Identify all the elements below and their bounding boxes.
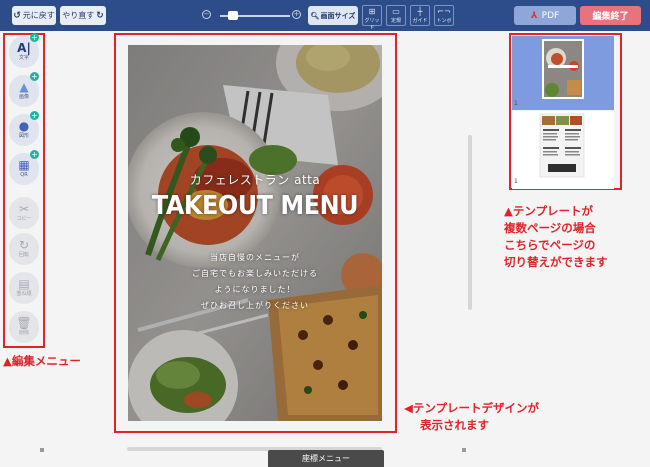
pages-annotation-line2: 複数ページの場合 bbox=[504, 221, 596, 235]
coordinate-menu-label: 座標メニュー bbox=[302, 454, 350, 463]
food-photo bbox=[128, 45, 382, 421]
magnifier-icon: 🔍︎ bbox=[310, 11, 320, 20]
ruler-toggle[interactable]: ▭ 定規 bbox=[386, 5, 406, 26]
trim-marks-label: トンボ bbox=[436, 18, 452, 24]
pages-annotation-line4: 切り替えができます bbox=[504, 255, 608, 269]
text-icon: A| bbox=[17, 41, 31, 55]
zoom-out-icon[interactable]: − bbox=[202, 10, 211, 19]
add-icon: + bbox=[30, 33, 39, 42]
pdf-icon: ⅄ bbox=[530, 10, 538, 21]
coordinate-menu-tab[interactable]: 座標メニュー bbox=[268, 450, 384, 467]
trim-marks-icon: ⌐¬ bbox=[437, 7, 451, 16]
edit-menu-annotation: ▲編集メニュー bbox=[3, 354, 81, 368]
order-tool-button[interactable]: ▤ 重ね順 bbox=[9, 272, 39, 304]
zoom-slider-handle[interactable] bbox=[228, 11, 238, 20]
pdf-label: PDF bbox=[541, 10, 560, 21]
fit-screen-button[interactable]: 🔍︎ 画面サイズ bbox=[308, 6, 358, 25]
zoom-in-icon[interactable]: + bbox=[292, 10, 301, 19]
shape-icon: ● bbox=[18, 119, 30, 133]
ruler-icon: ▭ bbox=[392, 7, 400, 16]
undo-button[interactable]: ↺ 元に戻す bbox=[12, 6, 56, 25]
template-design-annotation-line2: 表示されます bbox=[420, 418, 489, 432]
vertical-scrollbar[interactable] bbox=[468, 135, 472, 310]
description-line: ご自宅でもお楽しみいただける bbox=[192, 269, 318, 278]
grid-toggle[interactable]: ⊞ グリッド bbox=[362, 5, 382, 31]
add-icon: + bbox=[30, 72, 39, 81]
finish-editing-label: 編集終了 bbox=[592, 12, 629, 22]
grid-label: グリッド bbox=[364, 18, 380, 31]
image-tool-button[interactable]: ▲ 画像 + bbox=[9, 72, 39, 107]
page-thumbnail-2[interactable]: 1 bbox=[512, 111, 614, 189]
text-tool-label: 文字 bbox=[18, 55, 29, 61]
page-number: 1 bbox=[514, 178, 518, 185]
guide-label: ガイド bbox=[412, 18, 428, 24]
canvas-corner-marker bbox=[462, 448, 466, 452]
page-thumbnail-1[interactable]: 1 bbox=[512, 36, 614, 110]
restaurant-name[interactable]: カフェレストラン atta bbox=[128, 171, 382, 188]
page-number: 1 bbox=[514, 100, 518, 107]
copy-tool-label: コピー bbox=[16, 216, 32, 222]
redo-icon: ↻ bbox=[96, 10, 104, 21]
guide-icon: ┼ bbox=[417, 7, 423, 16]
trash-icon: 🗑 bbox=[16, 316, 32, 330]
copy-tool-button[interactable]: ✂ コピー bbox=[9, 197, 39, 229]
shape-tool-label: 図形 bbox=[18, 133, 29, 139]
delete-tool-label: 削除 bbox=[18, 330, 29, 336]
undo-label: 元に戻す bbox=[22, 11, 55, 20]
text-tool-button[interactable]: A| 文字 + bbox=[9, 33, 39, 68]
pages-annotation-line3: こちらでページの bbox=[504, 238, 596, 252]
layer-order-icon: ▤ bbox=[18, 277, 30, 291]
page-2-preview bbox=[539, 113, 585, 178]
pdf-button[interactable]: ⅄ PDF bbox=[514, 6, 576, 25]
template-design-annotation-line1: ◀テンプレートデザインが bbox=[404, 401, 539, 415]
qr-tool-label: QR bbox=[20, 172, 28, 178]
delete-tool-button[interactable]: 🗑 削除 bbox=[9, 311, 39, 343]
add-icon: + bbox=[30, 111, 39, 120]
redo-button[interactable]: やり直す ↻ bbox=[60, 6, 106, 25]
add-icon: + bbox=[30, 150, 39, 159]
description-line: 当店自慢のメニューが bbox=[210, 253, 300, 262]
menu-description[interactable]: 当店自慢のメニューが ご自宅でもお楽しみいただける ようになりました！ ぜひお召… bbox=[128, 250, 382, 314]
redo-label: やり直す bbox=[62, 11, 95, 20]
canvas-corner-marker bbox=[40, 448, 44, 452]
description-line: ぜひお召し上がりください bbox=[201, 301, 309, 310]
trim-marks-toggle[interactable]: ⌐¬ トンボ bbox=[434, 5, 454, 26]
top-toolbar: ↺ 元に戻す やり直す ↻ − + 🔍︎ 画面サイズ ⊞ グリッド ▭ 定規 ┼… bbox=[0, 0, 650, 31]
shape-tool-button[interactable]: ● 図形 + bbox=[9, 111, 39, 146]
rotate-tool-label: 回転 bbox=[18, 252, 29, 258]
page-1-preview bbox=[542, 39, 584, 99]
image-icon: ▲ bbox=[19, 80, 29, 94]
qr-icon: ▦ bbox=[18, 158, 30, 172]
order-tool-label: 重ね順 bbox=[16, 291, 32, 297]
description-line: ようになりました！ bbox=[214, 285, 296, 294]
headline[interactable]: TAKEOUT MENU bbox=[138, 191, 372, 221]
rotate-icon: ↻ bbox=[18, 238, 30, 252]
fit-screen-label: 画面サイズ bbox=[320, 11, 356, 20]
undo-icon: ↺ bbox=[13, 10, 21, 21]
ruler-label: 定規 bbox=[390, 18, 401, 24]
image-tool-label: 画像 bbox=[18, 94, 29, 100]
pages-annotation-line1: ▲テンプレートが bbox=[504, 204, 593, 218]
scissors-icon: ✂ bbox=[18, 202, 30, 216]
guide-toggle[interactable]: ┼ ガイド bbox=[410, 5, 430, 26]
template-canvas[interactable]: カフェレストラン atta TAKEOUT MENU 当店自慢のメニューが ご自… bbox=[128, 45, 382, 421]
qr-tool-button[interactable]: ▦ QR + bbox=[9, 150, 39, 185]
rotate-tool-button[interactable]: ↻ 回転 bbox=[9, 233, 39, 265]
grid-icon: ⊞ bbox=[368, 7, 376, 16]
finish-editing-button[interactable]: 編集終了 bbox=[580, 6, 641, 25]
